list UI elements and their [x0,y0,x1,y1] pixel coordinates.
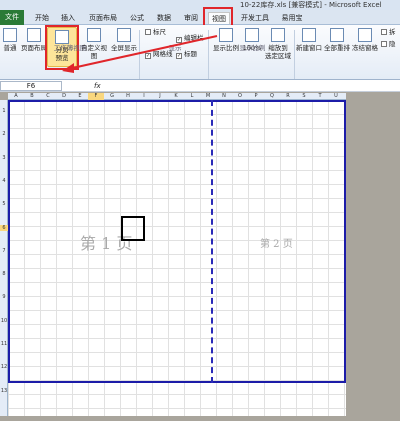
column-header[interactable]: J [152,93,168,100]
split-button[interactable]: 拆 [381,28,396,36]
column-header[interactable]: N [216,93,232,100]
normal-view-icon [3,28,17,42]
row-header[interactable]: 10 [0,318,8,324]
active-cell[interactable] [121,216,145,241]
column-header[interactable]: C [40,93,56,100]
tab-developer[interactable]: 开发工具 [238,12,272,24]
split-icon [381,29,387,35]
column-header[interactable]: S [296,93,312,100]
row-header[interactable]: 6 [0,224,8,231]
row-header[interactable]: 8 [0,271,8,277]
column-header[interactable]: G [104,93,120,100]
row-header[interactable]: 13 [0,388,8,394]
column-header[interactable]: P [248,93,264,100]
column-header[interactable]: I [136,93,152,100]
print-area-border [8,100,346,383]
column-header[interactable]: E [72,93,88,100]
freeze-panes-icon [358,28,372,42]
column-header[interactable]: H [120,93,136,100]
column-header[interactable]: M [200,93,216,100]
zoom-100-icon [245,28,259,42]
column-header[interactable]: D [56,93,72,100]
column-header[interactable]: A [8,93,24,100]
column-header[interactable]: O [232,93,248,100]
arrange-all-icon [330,28,344,42]
row-header[interactable]: 4 [0,178,8,184]
tab-file[interactable]: 文件 [0,10,24,25]
ribbon-tabs: 开始 插入 页面布局 公式 数据 审阅 视图 开发工具 易用宝 [0,10,400,25]
row-header[interactable]: 9 [0,294,8,300]
name-box[interactable]: F6 [0,81,62,91]
row-header[interactable]: 12 [0,364,8,370]
highlight-view-tab [203,7,233,27]
zoom-selection-icon [271,28,285,42]
new-window-icon [302,28,316,42]
title-bar: 10-22库存.xls [兼容模式] - Microsoft Excel [0,0,400,10]
row-header[interactable]: 2 [0,131,8,137]
row-header[interactable]: 5 [0,201,8,207]
normal-view-button[interactable]: 普通 [1,28,19,52]
column-header[interactable]: U [328,93,344,100]
page-2-label: 第 2 页 [260,239,293,250]
row-header[interactable]: 3 [0,155,8,161]
page-layout-icon [27,28,41,42]
column-header[interactable]: K [168,93,184,100]
row-header[interactable]: 11 [0,341,8,347]
column-header[interactable]: B [24,93,40,100]
column-header[interactable]: Q [264,93,280,100]
tab-home[interactable]: 开始 [31,12,53,24]
function-icon[interactable]: fx [94,80,101,92]
tab-easy-use[interactable]: 易用宝 [278,12,306,24]
hide-icon [381,41,387,47]
freeze-panes-button[interactable]: 冻结窗格 [351,28,379,52]
new-window-button[interactable]: 新建窗口 [295,28,323,52]
tab-data[interactable]: 数据 [153,12,175,24]
row-header[interactable]: 7 [0,248,8,254]
column-header[interactable]: R [280,93,296,100]
red-arrow-annotation [62,35,218,73]
column-header[interactable]: T [312,93,328,100]
tab-formulas[interactable]: 公式 [126,12,148,24]
tab-review[interactable]: 审阅 [180,12,202,24]
tab-insert[interactable]: 插入 [57,12,79,24]
tab-page-layout[interactable]: 页面布局 [86,12,120,24]
page-break-line[interactable] [211,100,213,383]
arrange-all-button[interactable]: 全部重排 [323,28,351,52]
row-header[interactable]: 1 [0,108,8,114]
column-header[interactable]: F [88,93,104,100]
window-title: 10-22库存.xls [兼容模式] - Microsoft Excel [240,1,382,9]
column-header[interactable]: L [184,93,200,100]
hide-button[interactable]: 隐 [381,40,396,48]
